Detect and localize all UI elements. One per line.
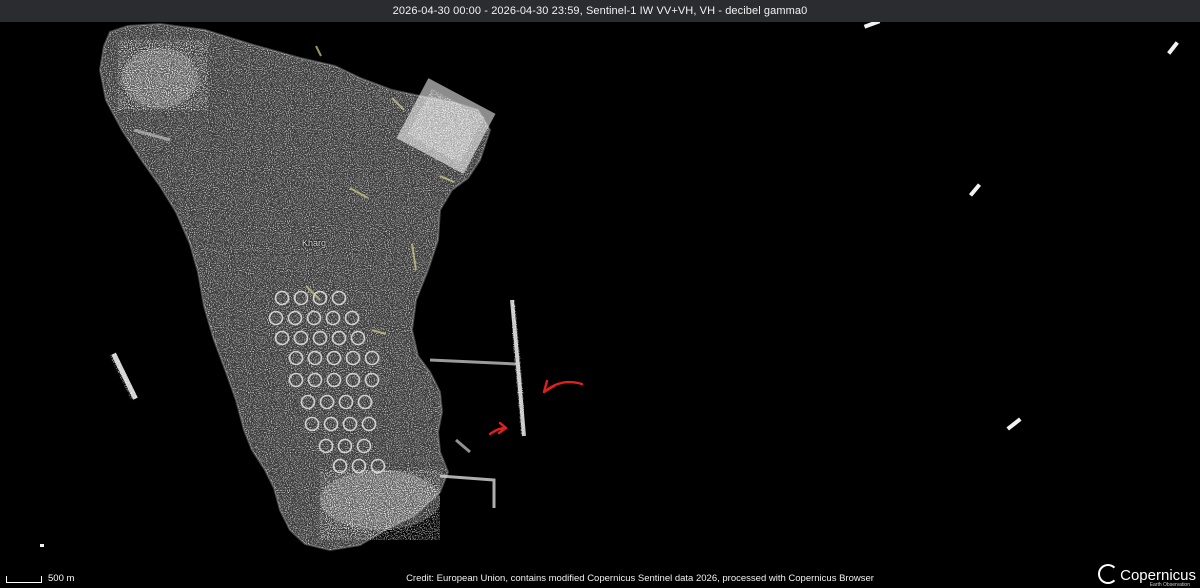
ship-4 <box>1006 417 1022 431</box>
ship-1 <box>863 22 881 29</box>
ship-5-speckle <box>109 352 138 401</box>
place-label-kharg: Kharg <box>302 238 327 248</box>
copernicus-logo[interactable]: Copernicus Earth Observation <box>1098 564 1196 588</box>
logo-subtitle: Earth Observation <box>1149 582 1190 588</box>
credit-text: Credit: European Union, contains modifie… <box>406 573 874 584</box>
scene-title: 2026-04-30 00:00 - 2026-04-30 23:59, Sen… <box>392 5 808 17</box>
bright-area-south <box>320 470 440 540</box>
scale-bar: 500 m <box>6 574 74 583</box>
ship-2 <box>1167 41 1179 55</box>
sar-map-view[interactable]: Kharg <box>0 22 1200 588</box>
logo-wordmark: Copernicus <box>1120 566 1196 584</box>
scale-bar-label: 500 m <box>48 573 75 584</box>
red-arrow-annotations <box>488 379 584 436</box>
title-bar: 2026-04-30 00:00 - 2026-04-30 23:59, Sen… <box>0 0 1200 22</box>
ship-3 <box>968 183 982 197</box>
ship-6 <box>40 544 44 547</box>
bright-area-nw <box>118 40 208 110</box>
scale-bar-ruler <box>6 576 42 583</box>
sar-image <box>40 22 1179 552</box>
copernicus-ring-icon <box>1098 564 1119 584</box>
